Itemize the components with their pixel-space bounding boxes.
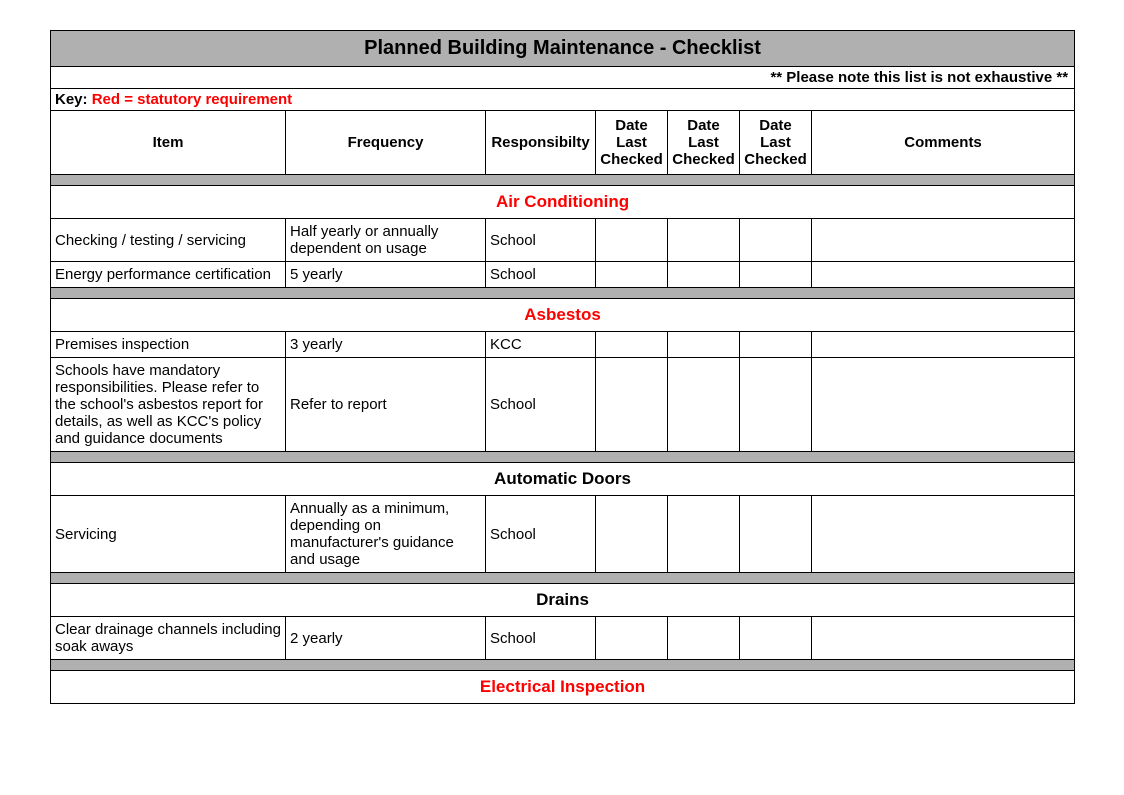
spacer-cell	[51, 573, 1075, 584]
header-comments: Comments	[812, 111, 1075, 175]
spacer-cell	[51, 175, 1075, 186]
cell-responsibility: School	[486, 262, 596, 288]
section-heading: Asbestos	[51, 299, 1075, 332]
cell-item: Energy performance certification	[51, 262, 286, 288]
key-red-text: Red = statutory requirement	[92, 91, 292, 108]
cell-responsibility: School	[486, 617, 596, 660]
header-item: Item	[51, 111, 286, 175]
cell-item: Schools have mandatory responsibilities.…	[51, 358, 286, 452]
cell-comments	[812, 262, 1075, 288]
header-frequency: Frequency	[286, 111, 486, 175]
cell-date2	[668, 262, 740, 288]
title-row: Planned Building Maintenance - Checklist	[51, 31, 1075, 67]
cell-comments	[812, 496, 1075, 573]
key-cell: Key: Red = statutory requirement	[51, 89, 1075, 111]
cell-responsibility: School	[486, 496, 596, 573]
table-row: Energy performance certification5 yearly…	[51, 262, 1075, 288]
cell-date1	[596, 332, 668, 358]
section-spacer	[51, 452, 1075, 463]
section-heading: Drains	[51, 584, 1075, 617]
cell-date3	[740, 358, 812, 452]
table-row: Checking / testing / servicingHalf yearl…	[51, 219, 1075, 262]
section-spacer	[51, 660, 1075, 671]
header-date2: Date Last Checked	[668, 111, 740, 175]
cell-date2	[668, 332, 740, 358]
cell-comments	[812, 332, 1075, 358]
cell-date1	[596, 262, 668, 288]
spacer-cell	[51, 288, 1075, 299]
cell-item: Premises inspection	[51, 332, 286, 358]
header-row: Item Frequency Responsibilty Date Last C…	[51, 111, 1075, 175]
note-text: ** Please note this list is not exhausti…	[51, 67, 1075, 89]
cell-frequency: Refer to report	[286, 358, 486, 452]
header-responsibility: Responsibilty	[486, 111, 596, 175]
section-heading-text: Electrical Inspection	[51, 671, 1075, 704]
cell-responsibility: School	[486, 219, 596, 262]
cell-date3	[740, 219, 812, 262]
cell-date2	[668, 219, 740, 262]
cell-date3	[740, 617, 812, 660]
cell-date1	[596, 219, 668, 262]
note-row: ** Please note this list is not exhausti…	[51, 67, 1075, 89]
spacer-cell	[51, 660, 1075, 671]
section-spacer	[51, 573, 1075, 584]
cell-frequency: 2 yearly	[286, 617, 486, 660]
cell-date1	[596, 617, 668, 660]
section-heading-text: Automatic Doors	[51, 463, 1075, 496]
cell-frequency: Annually as a minimum, depending on manu…	[286, 496, 486, 573]
table-row: Clear drainage channels including soak a…	[51, 617, 1075, 660]
cell-date1	[596, 496, 668, 573]
cell-frequency: 5 yearly	[286, 262, 486, 288]
cell-responsibility: KCC	[486, 332, 596, 358]
cell-item: Clear drainage channels including soak a…	[51, 617, 286, 660]
cell-item: Servicing	[51, 496, 286, 573]
section-heading-text: Air Conditioning	[51, 186, 1075, 219]
cell-responsibility: School	[486, 358, 596, 452]
cell-date2	[668, 496, 740, 573]
cell-comments	[812, 617, 1075, 660]
checklist-table: Planned Building Maintenance - Checklist…	[50, 30, 1075, 704]
cell-comments	[812, 219, 1075, 262]
section-spacer	[51, 175, 1075, 186]
table-row: ServicingAnnually as a minimum, dependin…	[51, 496, 1075, 573]
section-heading: Electrical Inspection	[51, 671, 1075, 704]
cell-item: Checking / testing / servicing	[51, 219, 286, 262]
cell-date3	[740, 262, 812, 288]
cell-date1	[596, 358, 668, 452]
cell-date2	[668, 617, 740, 660]
key-row: Key: Red = statutory requirement	[51, 89, 1075, 111]
section-heading: Air Conditioning	[51, 186, 1075, 219]
section-heading-text: Asbestos	[51, 299, 1075, 332]
cell-frequency: 3 yearly	[286, 332, 486, 358]
cell-comments	[812, 358, 1075, 452]
cell-date2	[668, 358, 740, 452]
table-row: Premises inspection3 yearlyKCC	[51, 332, 1075, 358]
page-title: Planned Building Maintenance - Checklist	[51, 31, 1075, 67]
spacer-cell	[51, 452, 1075, 463]
cell-date3	[740, 332, 812, 358]
header-date1: Date Last Checked	[596, 111, 668, 175]
cell-date3	[740, 496, 812, 573]
table-row: Schools have mandatory responsibilities.…	[51, 358, 1075, 452]
section-heading: Automatic Doors	[51, 463, 1075, 496]
cell-frequency: Half yearly or annually dependent on usa…	[286, 219, 486, 262]
section-heading-text: Drains	[51, 584, 1075, 617]
header-date3: Date Last Checked	[740, 111, 812, 175]
key-prefix: Key:	[55, 91, 88, 108]
section-spacer	[51, 288, 1075, 299]
